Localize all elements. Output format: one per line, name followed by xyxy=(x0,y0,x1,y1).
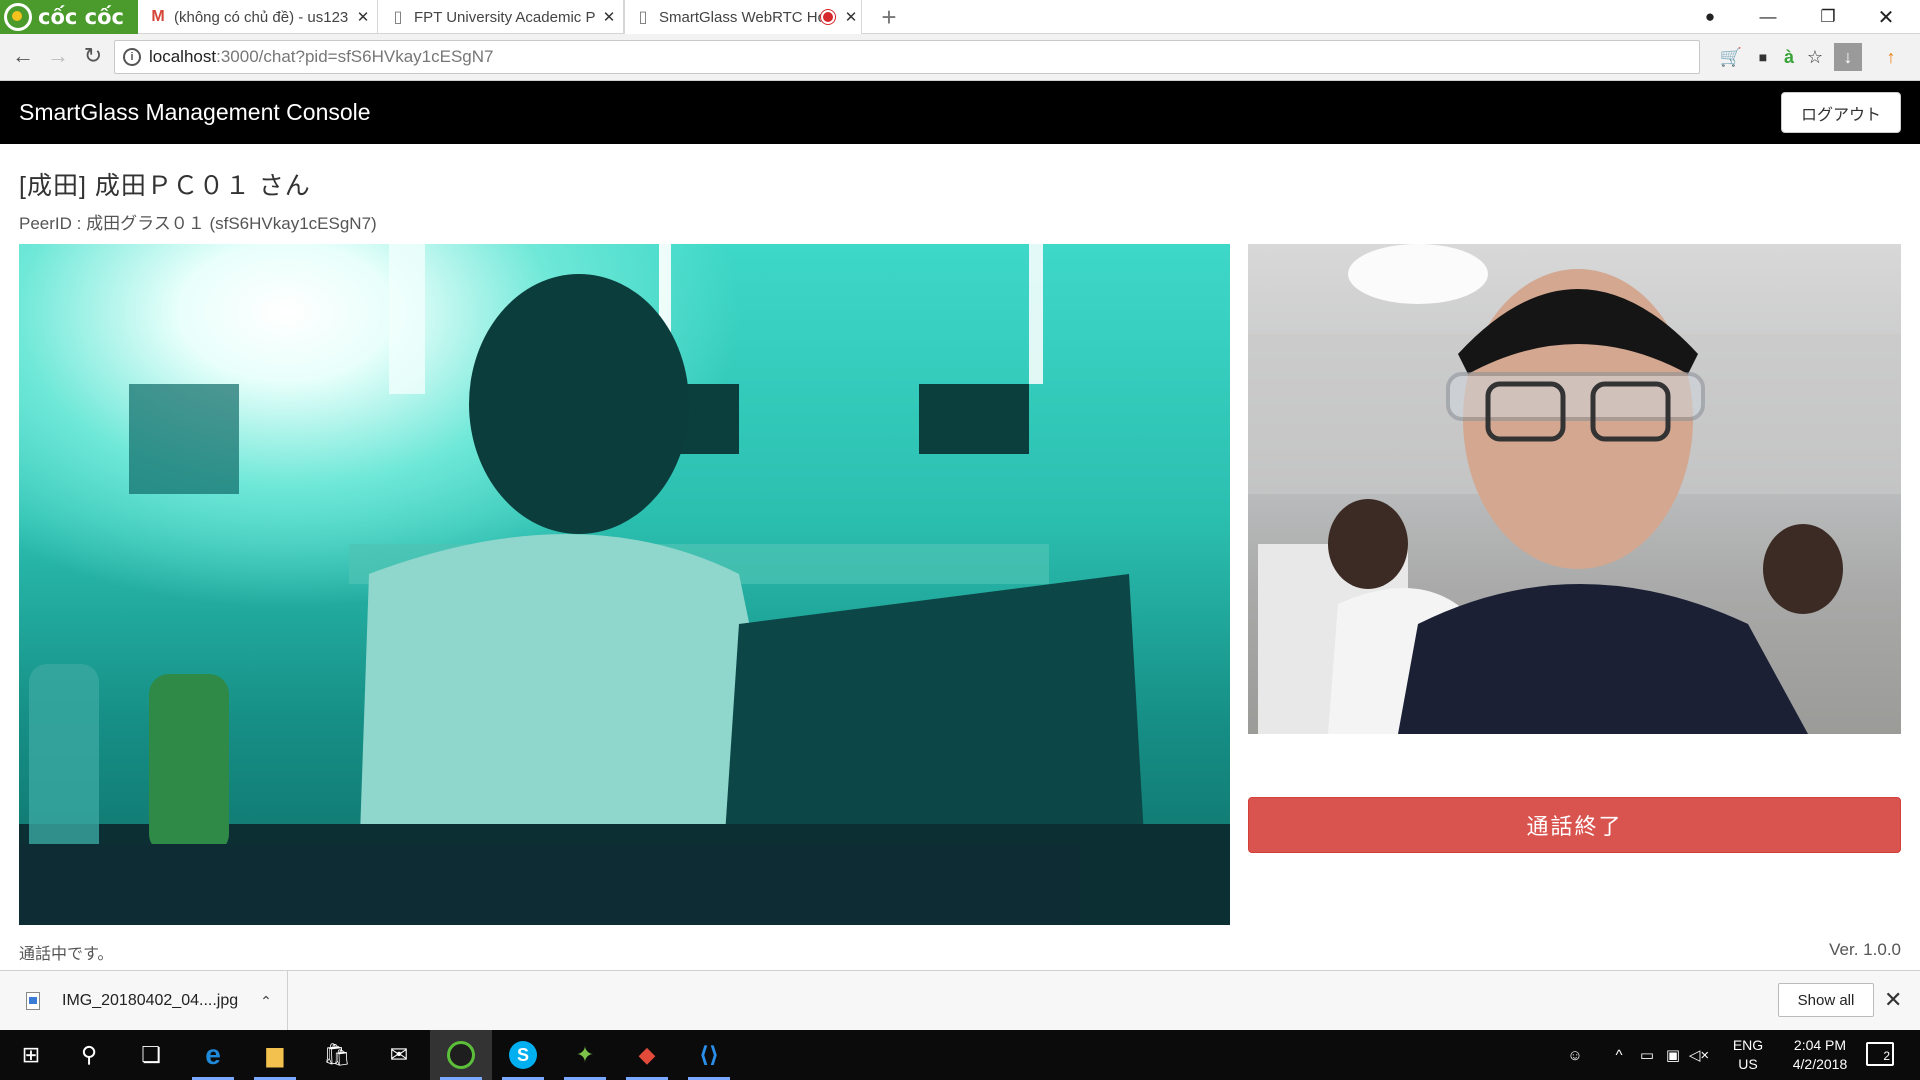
page-title: [成田] 成田ＰＣ０１ さん xyxy=(19,172,311,200)
tab-title: SmartGlass WebRTC Hc xyxy=(659,8,821,26)
region-label: US xyxy=(1738,1056,1758,1072)
profile-icon[interactable]: ● xyxy=(1682,0,1738,34)
tab-title: FPT University Academic P xyxy=(414,8,595,26)
local-video xyxy=(1248,244,1901,734)
edge-icon[interactable]: e xyxy=(182,1030,244,1080)
close-icon[interactable]: ✕ xyxy=(349,8,377,26)
coccoc-logo-icon xyxy=(4,3,32,31)
clock[interactable]: 2:04 PM 4/2/2018 xyxy=(1778,1036,1862,1074)
call-status: 通話中です。 xyxy=(19,946,114,963)
version-label: Ver. 1.0.0 xyxy=(1829,940,1901,959)
tab-fpt-university[interactable]: ▯ FPT University Academic P ✕ xyxy=(380,0,624,34)
app-title: SmartGlass Management Console xyxy=(19,99,371,125)
tab-gmail[interactable]: M (không có chủ đề) - us123 ✕ xyxy=(140,0,378,34)
action-center-icon[interactable]: 2 xyxy=(1866,1042,1894,1066)
remote-video xyxy=(19,244,1230,925)
address-bar: ← → ↻ i localhost:3000/chat?pid=sfS6HVka… xyxy=(0,34,1920,81)
local-video-frame xyxy=(1248,244,1901,734)
network-icon[interactable]: ▣ xyxy=(1662,1030,1684,1080)
image-file-icon xyxy=(26,992,40,1010)
download-file-name: IMG_20180402_04....jpg xyxy=(62,992,239,1009)
chevron-up-icon[interactable]: ⌃ xyxy=(260,993,272,1010)
input-language[interactable]: ENG US xyxy=(1720,1036,1776,1074)
clock-date: 4/2/2018 xyxy=(1792,1056,1848,1072)
clock-time: 2:04 PM xyxy=(1793,1037,1847,1053)
restore-button[interactable]: ❐ xyxy=(1800,0,1856,34)
gmail-icon: M xyxy=(151,8,165,25)
reload-button[interactable]: ↻ xyxy=(78,41,108,71)
page-icon: ▯ xyxy=(638,9,648,26)
peer-id-label: PeerID : 成田グラス０１ (sfS6HVkay1cESgN7) xyxy=(19,214,377,233)
minimize-button[interactable]: — xyxy=(1740,0,1796,34)
browser-brand-label: cốc cốc xyxy=(38,5,124,29)
mail-icon[interactable]: ✉ xyxy=(368,1030,430,1080)
notification-count: 2 xyxy=(1883,1049,1890,1063)
close-icon[interactable]: ✕ xyxy=(841,8,861,26)
people-icon[interactable]: ☺ xyxy=(1562,1030,1588,1080)
back-button[interactable]: ← xyxy=(8,41,38,71)
tab-title: (không có chủ đề) - us123 xyxy=(174,8,349,26)
android-studio-icon[interactable]: ✦ xyxy=(554,1030,616,1080)
tab-smartglass-webrtc[interactable]: ▯ SmartGlass WebRTC Hc ✕ xyxy=(624,0,862,34)
app-header: SmartGlass Management Console ログアウト xyxy=(0,81,1920,144)
remote-video-frame xyxy=(19,244,1230,925)
close-window-button[interactable]: ✕ xyxy=(1858,0,1914,34)
volume-muted-icon[interactable]: ◁× xyxy=(1688,1030,1710,1080)
bookmark-star-icon[interactable]: ☆ xyxy=(1802,44,1828,70)
cart-icon[interactable]: 🛒 xyxy=(1718,44,1744,70)
git-icon[interactable]: ◆ xyxy=(616,1030,678,1080)
spelling-icon[interactable]: à xyxy=(1776,44,1802,70)
close-icon[interactable]: ✕ xyxy=(595,8,623,26)
show-all-button[interactable]: Show all xyxy=(1778,983,1874,1017)
recording-icon xyxy=(821,10,835,24)
search-icon[interactable]: ⚲ xyxy=(58,1030,120,1080)
coccoc-menu-button[interactable]: cốc cốc xyxy=(0,0,138,34)
download-icon[interactable]: ↓ xyxy=(1834,43,1862,71)
download-item[interactable]: IMG_20180402_04....jpg ⌃ xyxy=(0,971,288,1031)
windows-taskbar: ⊞ ⚲ ❏ e ▆ 🛍 ✉ S ✦ ◆ ⟨⟩ ☺ ^ ▭ ▣ ◁× ENG US… xyxy=(0,1030,1920,1080)
battery-icon[interactable]: ▭ xyxy=(1636,1030,1658,1080)
language-label: ENG xyxy=(1732,1037,1764,1053)
vscode-icon[interactable]: ⟨⟩ xyxy=(678,1030,740,1080)
new-tab-button[interactable]: + xyxy=(874,2,904,33)
download-bar: IMG_20180402_04....jpg ⌃ Show all ✕ xyxy=(0,970,1920,1031)
skype-icon[interactable]: S xyxy=(492,1030,554,1080)
page-icon: ▯ xyxy=(393,9,403,26)
url-input[interactable]: i localhost:3000/chat?pid=sfS6HVkay1cESg… xyxy=(114,40,1700,74)
close-download-bar-button[interactable]: ✕ xyxy=(1884,987,1902,1013)
url-host: localhost xyxy=(149,47,217,66)
logout-button[interactable]: ログアウト xyxy=(1781,92,1901,133)
browser-tab-strip: cốc cốc M (không có chủ đề) - us123 ✕ ▯ … xyxy=(0,0,1920,34)
task-view-icon[interactable]: ❏ xyxy=(120,1030,182,1080)
store-icon[interactable]: 🛍 xyxy=(306,1030,368,1080)
upload-icon[interactable]: ↑ xyxy=(1878,44,1904,70)
windows-start-icon[interactable]: ⊞ xyxy=(0,1030,62,1080)
file-explorer-icon[interactable]: ▆ xyxy=(244,1030,306,1080)
chevron-up-icon[interactable]: ^ xyxy=(1608,1030,1630,1080)
forward-button[interactable]: → xyxy=(43,41,73,71)
camera-icon[interactable]: ■ xyxy=(1750,44,1776,70)
coccoc-browser-icon[interactable] xyxy=(430,1030,492,1080)
end-call-button[interactable]: 通話終了 xyxy=(1248,797,1901,853)
url-path: :3000/chat?pid=sfS6HVkay1cESgN7 xyxy=(216,47,494,66)
site-info-icon[interactable]: i xyxy=(123,48,141,66)
